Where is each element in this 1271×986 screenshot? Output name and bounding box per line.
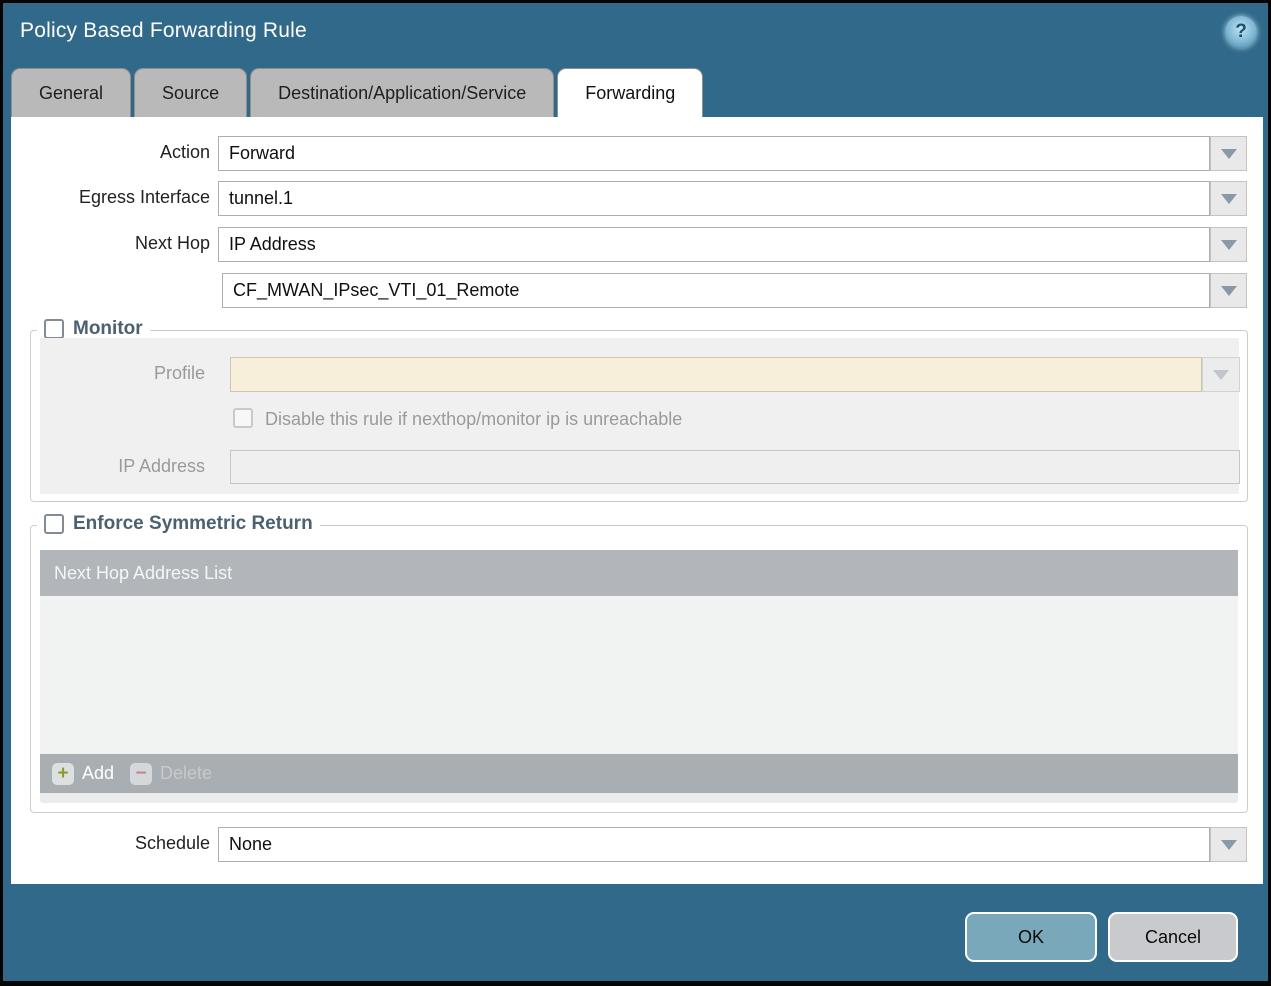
minus-icon: − — [130, 762, 152, 785]
forwarding-tab-panel: Action Forward Egress Interface tunnel.1… — [11, 117, 1263, 884]
monitor-group: Monitor Profile Disable this rule if nex… — [30, 318, 1248, 502]
action-dropdown-button[interactable] — [1210, 136, 1247, 171]
egress-interface-label: Egress Interface — [78, 187, 210, 207]
monitor-checkbox[interactable] — [44, 319, 64, 339]
next-hop-label: Next Hop — [134, 233, 210, 253]
action-label: Action — [159, 142, 210, 162]
chevron-down-icon — [1220, 285, 1237, 296]
disable-rule-label: Disable this rule if nexthop/monitor ip … — [265, 409, 683, 429]
schedule-label: Schedule — [134, 833, 210, 853]
tab-forwarding[interactable]: Forwarding — [557, 68, 704, 118]
dialog-title: Policy Based Forwarding Rule — [20, 19, 307, 42]
add-button[interactable]: + Add — [52, 754, 114, 793]
profile-select — [230, 357, 1202, 392]
egress-interface-dropdown-button[interactable] — [1210, 181, 1247, 216]
tab-destination-application-service[interactable]: Destination/Application/Service — [250, 68, 555, 117]
pbf-rule-dialog: Policy Based Forwarding Rule ? General S… — [0, 0, 1271, 986]
monitor-ip-address-input — [230, 450, 1240, 484]
next-hop-address-select[interactable]: CF_MWAN_IPsec_VTI_01_Remote — [222, 273, 1210, 308]
delete-button-label: Delete — [160, 763, 213, 783]
profile-dropdown-button — [1202, 357, 1240, 392]
table-bottom-strip — [40, 793, 1238, 803]
next-hop-address-dropdown-button[interactable] — [1210, 273, 1247, 308]
next-hop-select[interactable]: IP Address — [218, 227, 1210, 262]
chevron-down-icon — [1220, 839, 1237, 850]
schedule-dropdown-button[interactable] — [1210, 827, 1247, 862]
plus-icon: + — [52, 762, 74, 785]
next-hop-address-list-header: Next Hop Address List — [40, 550, 1238, 596]
tab-general[interactable]: General — [11, 68, 132, 117]
egress-interface-select[interactable]: tunnel.1 — [218, 181, 1210, 216]
symmetric-return-group-title: Enforce Symmetric Return — [73, 513, 313, 534]
next-hop-address-list-toolbar: + Add − Delete — [40, 754, 1238, 793]
next-hop-address-table: Next Hop Address List + Add − Delete — [40, 550, 1238, 803]
chevron-down-icon — [1220, 193, 1237, 204]
disable-rule-checkbox — [233, 408, 253, 428]
monitor-ip-address-label: IP Address — [118, 456, 205, 476]
delete-button: − Delete — [130, 754, 212, 793]
chevron-down-icon — [1220, 239, 1237, 250]
schedule-select[interactable]: None — [218, 827, 1210, 862]
tab-bar: General Source Destination/Application/S… — [11, 68, 706, 118]
symmetric-return-legend: Enforce Symmetric Return — [37, 513, 320, 535]
next-hop-dropdown-button[interactable] — [1210, 227, 1247, 262]
monitor-legend: Monitor — [37, 318, 150, 340]
symmetric-return-checkbox[interactable] — [44, 514, 64, 534]
monitor-panel: Profile Disable this rule if nexthop/mon… — [40, 338, 1240, 494]
tab-source[interactable]: Source — [134, 68, 248, 117]
chevron-down-icon — [1213, 369, 1229, 380]
action-select[interactable]: Forward — [218, 136, 1210, 171]
chevron-down-icon — [1220, 148, 1237, 159]
monitor-group-title: Monitor — [73, 318, 143, 339]
profile-label: Profile — [153, 363, 205, 383]
next-hop-address-list-body[interactable] — [40, 596, 1238, 754]
help-icon[interactable]: ? — [1225, 16, 1257, 48]
ok-button[interactable]: OK — [965, 912, 1097, 962]
add-button-label: Add — [82, 763, 115, 783]
cancel-button[interactable]: Cancel — [1108, 912, 1238, 962]
